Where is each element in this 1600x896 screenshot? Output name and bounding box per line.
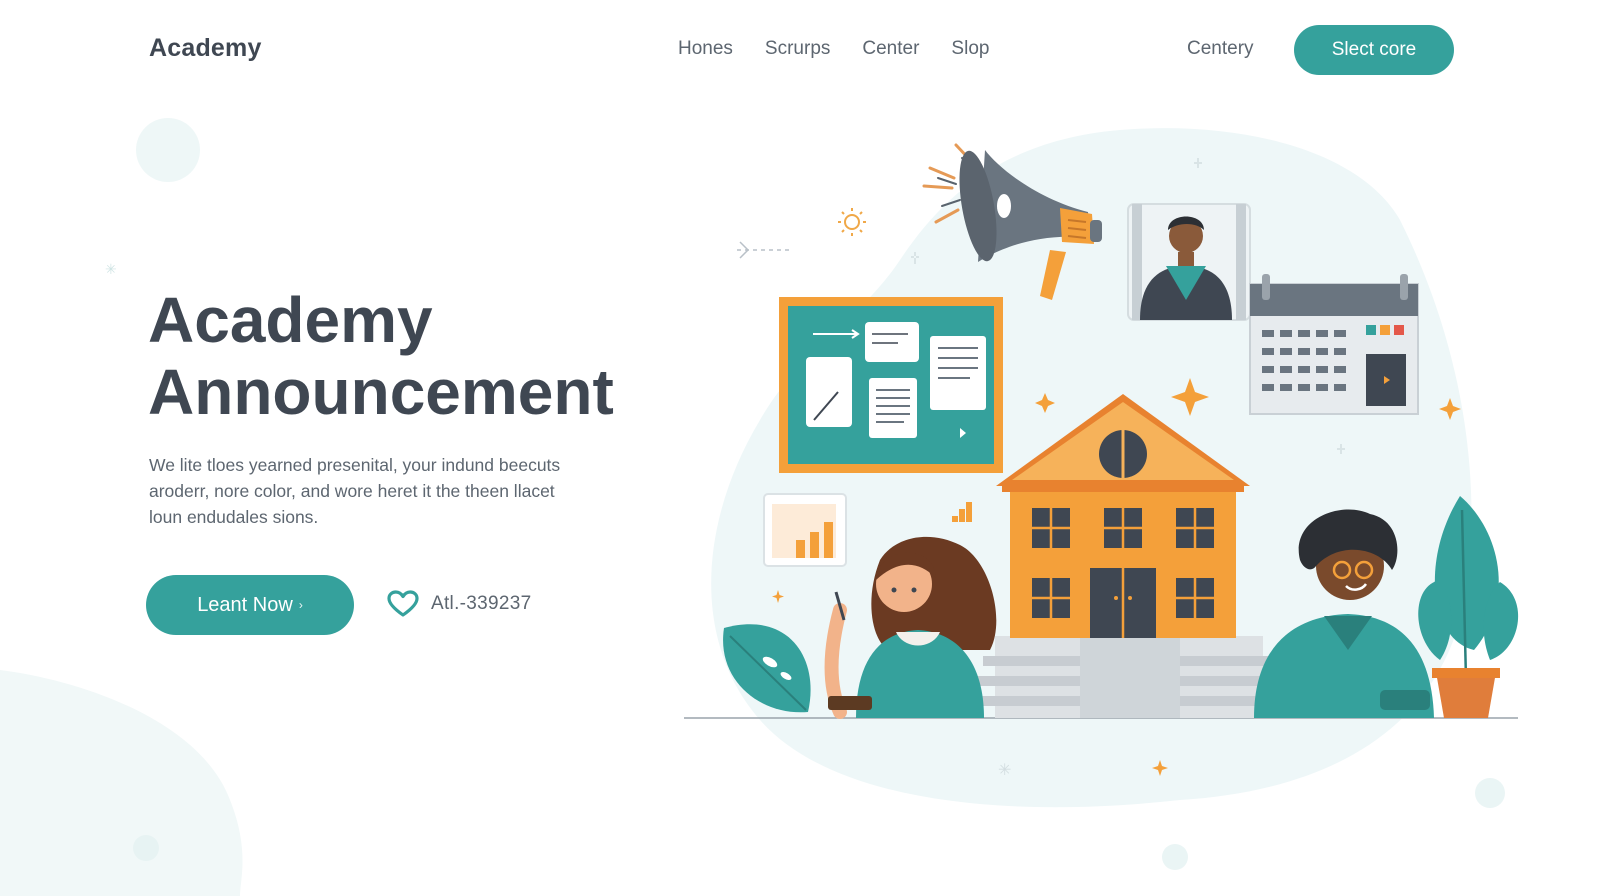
presentation-board-icon xyxy=(779,297,1003,473)
school-building-icon xyxy=(971,394,1287,718)
hero-illustration: ✳ xyxy=(684,143,1519,779)
student-woman-illustration xyxy=(824,536,997,719)
sun-icon xyxy=(838,208,866,236)
student-man-illustration xyxy=(1254,509,1434,718)
calendar-icon xyxy=(1249,274,1419,415)
leaf-plant-icon xyxy=(723,624,811,713)
potted-plant-icon xyxy=(1418,496,1519,718)
arrow-doodle-icon xyxy=(737,241,790,259)
megaphone-icon xyxy=(922,143,1102,300)
svg-text:✳: ✳ xyxy=(998,760,1011,779)
portrait-frame xyxy=(1127,203,1251,321)
